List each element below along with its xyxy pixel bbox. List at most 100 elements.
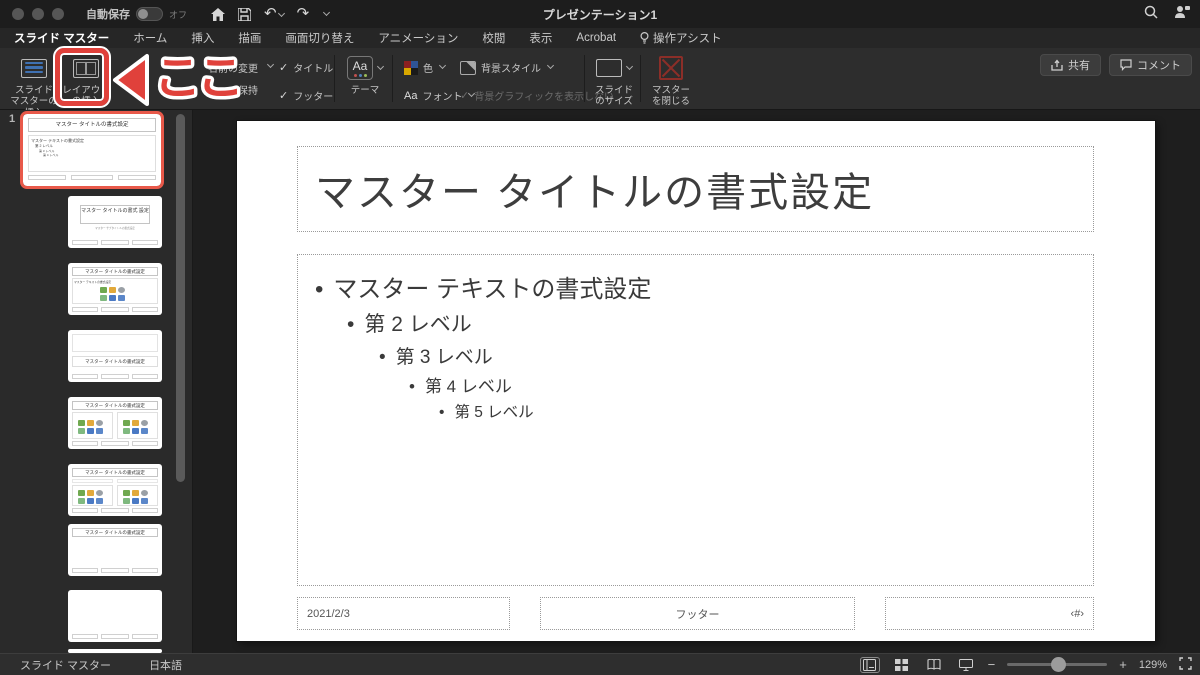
autosave-state: オフ	[169, 9, 188, 20]
content-placeholder-icons	[123, 420, 148, 434]
title-checkbox[interactable]: ✓ タイトル	[279, 60, 333, 75]
undo-chevron-icon[interactable]	[277, 9, 285, 18]
close-window-button[interactable]	[12, 8, 24, 20]
home-icon[interactable]	[211, 7, 226, 21]
background-styles-button[interactable]: 背景スタイル	[460, 60, 555, 75]
thumbnail-layout-title-content[interactable]: マスター タイトルの書式設定 マスター テキストの書式設定	[68, 263, 162, 315]
share-icon	[1051, 59, 1063, 71]
toolbar-options-chevron-icon[interactable]	[323, 8, 331, 16]
zoom-window-button[interactable]	[52, 8, 64, 20]
tab-draw[interactable]: 描画	[238, 30, 261, 46]
thumbnail-scrollbar[interactable]	[176, 114, 185, 482]
check-icon: ✓	[279, 90, 289, 102]
save-icon[interactable]	[238, 7, 252, 21]
slideshow-view-button[interactable]	[956, 657, 976, 673]
background-styles-chevron-icon[interactable]	[546, 61, 555, 70]
redo-button[interactable]: ↷	[297, 5, 310, 23]
minimize-window-button[interactable]	[32, 8, 44, 20]
date-placeholder[interactable]: 2021/2/3	[297, 597, 510, 630]
account-avatar-icon[interactable]	[1174, 5, 1190, 24]
thumbnail-layout-title-only[interactable]: マスター タイトルの書式設定	[68, 524, 162, 576]
bullet-level-2: • 第 2 レベル	[347, 313, 472, 336]
slide-master-icon	[21, 58, 47, 78]
zoom-percentage[interactable]: 129%	[1139, 659, 1167, 671]
search-icon[interactable]	[1144, 5, 1158, 24]
preserve-button[interactable]: 保持	[238, 82, 258, 97]
bullet-level-5: • 第 5 レベル	[439, 404, 534, 421]
slide-number-placeholder[interactable]: ‹#›	[885, 597, 1094, 630]
content-placeholder-icons	[100, 287, 125, 301]
thumbnail-layout-title-slide[interactable]: マスター タイトルの書式 設定 マスター サブタイトルの書式設定	[68, 196, 162, 248]
content-placeholder-icons	[78, 490, 103, 504]
slide-number-label: 1	[9, 113, 16, 125]
tab-view[interactable]: 表示	[529, 30, 552, 46]
insert-layout-label-2: の挿入	[71, 96, 101, 108]
tab-animations[interactable]: アニメーション	[378, 30, 458, 46]
ribbon-tabs: スライド マスター ホーム 挿入 描画 画面切り替え アニメーション 校閲 表示…	[0, 28, 1200, 48]
check-icon: ✓	[279, 62, 289, 74]
group-divider	[584, 55, 585, 102]
normal-view-button[interactable]	[859, 656, 880, 673]
undo-button[interactable]: ↶	[264, 5, 285, 23]
thumbnail-master[interactable]: マスター タイトルの書式設定 マスター テキストの書式設定 第 2 レベル 第 …	[20, 111, 164, 189]
content-placeholder-icons	[78, 420, 103, 434]
tab-transitions[interactable]: 画面切り替え	[285, 30, 354, 46]
slide-size-label-1: スライド	[594, 85, 633, 96]
tab-insert[interactable]: 挿入	[191, 30, 214, 46]
slide-size-button[interactable]: スライド のサイズ	[588, 54, 640, 108]
tab-tell-me[interactable]: 操作アシスト	[640, 30, 722, 46]
slide-size-icon	[596, 59, 622, 77]
themes-button[interactable]: Aa テーマ	[340, 54, 390, 96]
zoom-in-button[interactable]: +	[1119, 657, 1127, 672]
bullet-level-4: • 第 4 レベル	[409, 377, 512, 396]
hidden-dropdown-chevron-icon[interactable]	[266, 60, 275, 69]
fit-slide-to-window-button[interactable]	[1179, 656, 1192, 673]
comment-icon	[1120, 59, 1132, 71]
slide-thumbnail-panel: 1 マスター タイトルの書式設定 マスター テキストの書式設定 第 2 レベル …	[0, 110, 193, 653]
group-divider	[392, 55, 393, 102]
thumbnail-layout-two-content[interactable]: マスター タイトルの書式設定	[68, 397, 162, 449]
statusbar: スライド マスター 日本語 − + 129%	[0, 653, 1200, 675]
zoom-slider[interactable]	[1007, 657, 1108, 672]
zoom-out-button[interactable]: −	[988, 657, 996, 672]
slide-number-text: ‹#›	[1070, 607, 1084, 620]
colors-button[interactable]: 色	[404, 60, 447, 75]
insert-layout-button[interactable]: + レイアウト の挿入	[58, 47, 114, 108]
thumbnail-layout-blank[interactable]	[68, 590, 162, 642]
slide-size-chevron-icon[interactable]	[625, 62, 634, 70]
rename-button[interactable]: 名前の変更	[208, 60, 258, 75]
autosave-toggle[interactable]	[136, 7, 163, 21]
date-text: 2021/2/3	[307, 607, 350, 620]
slide-title-text: マスター タイトルの書式設定	[315, 171, 875, 215]
tab-review[interactable]: 校閲	[482, 30, 505, 46]
title-placeholder[interactable]: マスター タイトルの書式設定	[297, 146, 1094, 232]
comments-button[interactable]: コメント	[1109, 54, 1192, 76]
close-master-button[interactable]: マスター を閉じる	[644, 54, 698, 108]
share-button[interactable]: 共有	[1040, 54, 1101, 76]
insert-layout-label-1: レイアウト	[62, 85, 110, 96]
plus-icon: +	[81, 47, 88, 59]
slide-canvas[interactable]: マスター タイトルの書式設定 • マスター テキストの書式設定 • 第 2 レベル …	[237, 121, 1155, 641]
body-placeholder[interactable]: • マスター テキストの書式設定 • 第 2 レベル • 第 3 レベル • 第 4 レ…	[297, 254, 1094, 586]
theme-icon: Aa	[347, 56, 373, 80]
tab-slide-master[interactable]: スライド マスター	[14, 30, 109, 46]
zoom-slider-knob[interactable]	[1051, 657, 1067, 672]
statusbar-language[interactable]: 日本語	[149, 657, 182, 673]
close-master-icon	[659, 56, 683, 80]
insert-layout-icon	[73, 58, 99, 78]
window-controls	[12, 8, 64, 20]
slide-sorter-view-button[interactable]	[892, 657, 912, 673]
themes-chevron-icon[interactable]	[376, 62, 385, 70]
colors-chevron-icon[interactable]	[438, 61, 447, 70]
thumbnail-layout-comparison[interactable]: マスター タイトルの書式設定	[68, 464, 162, 516]
thumbnail-layout-section-header[interactable]: マスター タイトルの書式設定	[68, 330, 162, 382]
tab-home[interactable]: ホーム	[133, 30, 167, 46]
slide-editor-area: マスター タイトルの書式設定 • マスター テキストの書式設定 • 第 2 レベル …	[193, 110, 1200, 653]
ribbon: スライド マスターの挿入 + レイアウト の挿入 名前の変更 保持 ✓ タイトル…	[0, 47, 1200, 119]
reading-view-button[interactable]	[924, 657, 944, 673]
tab-acrobat[interactable]: Acrobat	[576, 32, 616, 44]
footer-placeholder[interactable]: フッター	[540, 597, 855, 630]
background-styles-icon	[460, 60, 476, 75]
footer-checkbox[interactable]: ✓ フッター	[279, 88, 333, 103]
autosave-control[interactable]: 自動保存 オフ	[86, 6, 187, 22]
